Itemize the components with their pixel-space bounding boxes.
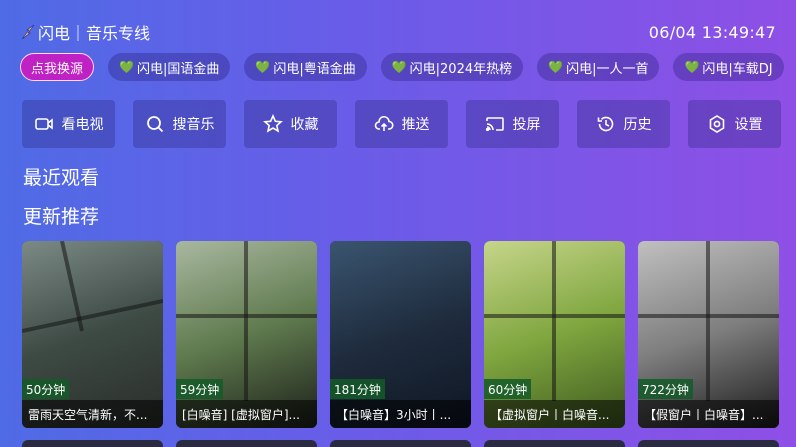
cast-icon [485, 117, 504, 132]
video-title: 雷雨天空气清新，不... [22, 400, 163, 428]
history-button[interactable]: 历史 [577, 100, 670, 148]
chip-label: 点我换源 [31, 61, 84, 77]
next-row [22, 440, 779, 447]
lightning-icon [21, 24, 35, 40]
history-label: 历史 [623, 117, 652, 133]
history-icon [597, 116, 613, 132]
brand: 闪电｜音乐专线 [20, 20, 150, 44]
duration-badge: 181分钟 [330, 379, 385, 399]
duration-badge: 59分钟 [176, 379, 224, 399]
source-chip[interactable]: 💚 闪电|2024年热榜 [380, 53, 524, 81]
video-title: 【白噪音】3小时丨... [330, 400, 471, 428]
card-stub[interactable] [330, 440, 471, 447]
heart-icon: 💚 [119, 60, 134, 74]
cloud-upload-icon [374, 115, 394, 131]
card-stub[interactable] [22, 440, 163, 447]
card-stub[interactable] [176, 440, 317, 447]
star-icon [262, 114, 283, 133]
settings-button[interactable]: 设置 [688, 100, 781, 148]
video-card[interactable]: 50分钟 雷雨天空气清新，不... [22, 241, 163, 428]
card-stub[interactable] [638, 440, 779, 447]
video-title: 【假窗户丨白噪音】... [638, 400, 779, 428]
video-card[interactable]: 181分钟 【白噪音】3小时丨... [330, 241, 471, 428]
video-card[interactable]: 59分钟 [白噪音] [虚拟窗户]... [176, 241, 317, 428]
video-cards: 50分钟 雷雨天空气清新，不... 59分钟 [白噪音] [虚拟窗户]... 181分钟… [22, 241, 779, 428]
source-chip[interactable]: 💚 闪电|国语金曲 [108, 53, 231, 81]
top-bar: 闪电｜音乐专线 06/04 13:49:47 [20, 20, 776, 44]
tv-icon [34, 118, 53, 130]
duration-badge: 50分钟 [22, 379, 70, 399]
push-label: 推送 [401, 117, 430, 133]
source-chip[interactable]: 💚 闪电|一人一首 [537, 53, 660, 81]
chip-label: 闪电|一人一首 [566, 61, 649, 77]
cast-label: 投屏 [512, 117, 541, 133]
video-card[interactable]: 722分钟 【假窗户丨白噪音】... [638, 241, 779, 428]
app-title: 闪电｜音乐专线 [38, 24, 151, 43]
search-icon [146, 116, 163, 133]
duration-badge: 60分钟 [484, 379, 532, 399]
duration-badge: 722分钟 [638, 379, 693, 399]
heart-icon: 💚 [391, 60, 407, 74]
heart-icon: 💚 [684, 60, 700, 74]
chip-label: 闪电|粤语金曲 [273, 61, 356, 77]
source-chips: 点我换源 💚 闪电|国语金曲 💚 闪电|粤语金曲 💚 闪电|2024年热榜 💚 闪电|一人一首 💚… [20, 53, 796, 81]
favorites-button[interactable]: 收藏 [244, 100, 337, 148]
gear-icon [709, 115, 724, 133]
settings-label: 设置 [734, 117, 763, 133]
video-title: [白噪音] [虚拟窗户]... [176, 400, 317, 428]
heart-icon: 💚 [255, 60, 271, 74]
video-card[interactable]: 60分钟 【虚拟窗户丨白噪音... [484, 241, 625, 428]
heart-icon: 💚 [548, 60, 564, 74]
datetime: 06/04 13:49:47 [648, 22, 776, 42]
source-chip[interactable]: 💚 闪电|车载DJ [673, 53, 784, 81]
source-chip[interactable]: 💚 闪电|粤语金曲 [244, 53, 367, 81]
action-row: 看电视 搜音乐 收藏 推送 投屏 历史 设置 [22, 100, 781, 148]
push-button[interactable]: 推送 [355, 100, 448, 148]
section-recommended: 更新推荐 [23, 206, 100, 228]
section-recent: 最近观看 [23, 167, 100, 189]
watch-tv-label: 看电视 [61, 117, 104, 133]
search-music-label: 搜音乐 [172, 117, 215, 133]
search-music-button[interactable]: 搜音乐 [133, 100, 226, 148]
card-stub[interactable] [484, 440, 625, 447]
cast-button[interactable]: 投屏 [466, 100, 559, 148]
chip-label: 闪电|2024年热榜 [409, 61, 513, 77]
video-title: 【虚拟窗户丨白噪音... [484, 400, 625, 428]
switch-source-button[interactable]: 点我换源 [20, 53, 95, 81]
chip-label: 闪电|车载DJ [702, 61, 773, 77]
chip-label: 闪电|国语金曲 [136, 61, 220, 77]
watch-tv-button[interactable]: 看电视 [22, 100, 115, 148]
favorites-label: 收藏 [290, 117, 319, 133]
